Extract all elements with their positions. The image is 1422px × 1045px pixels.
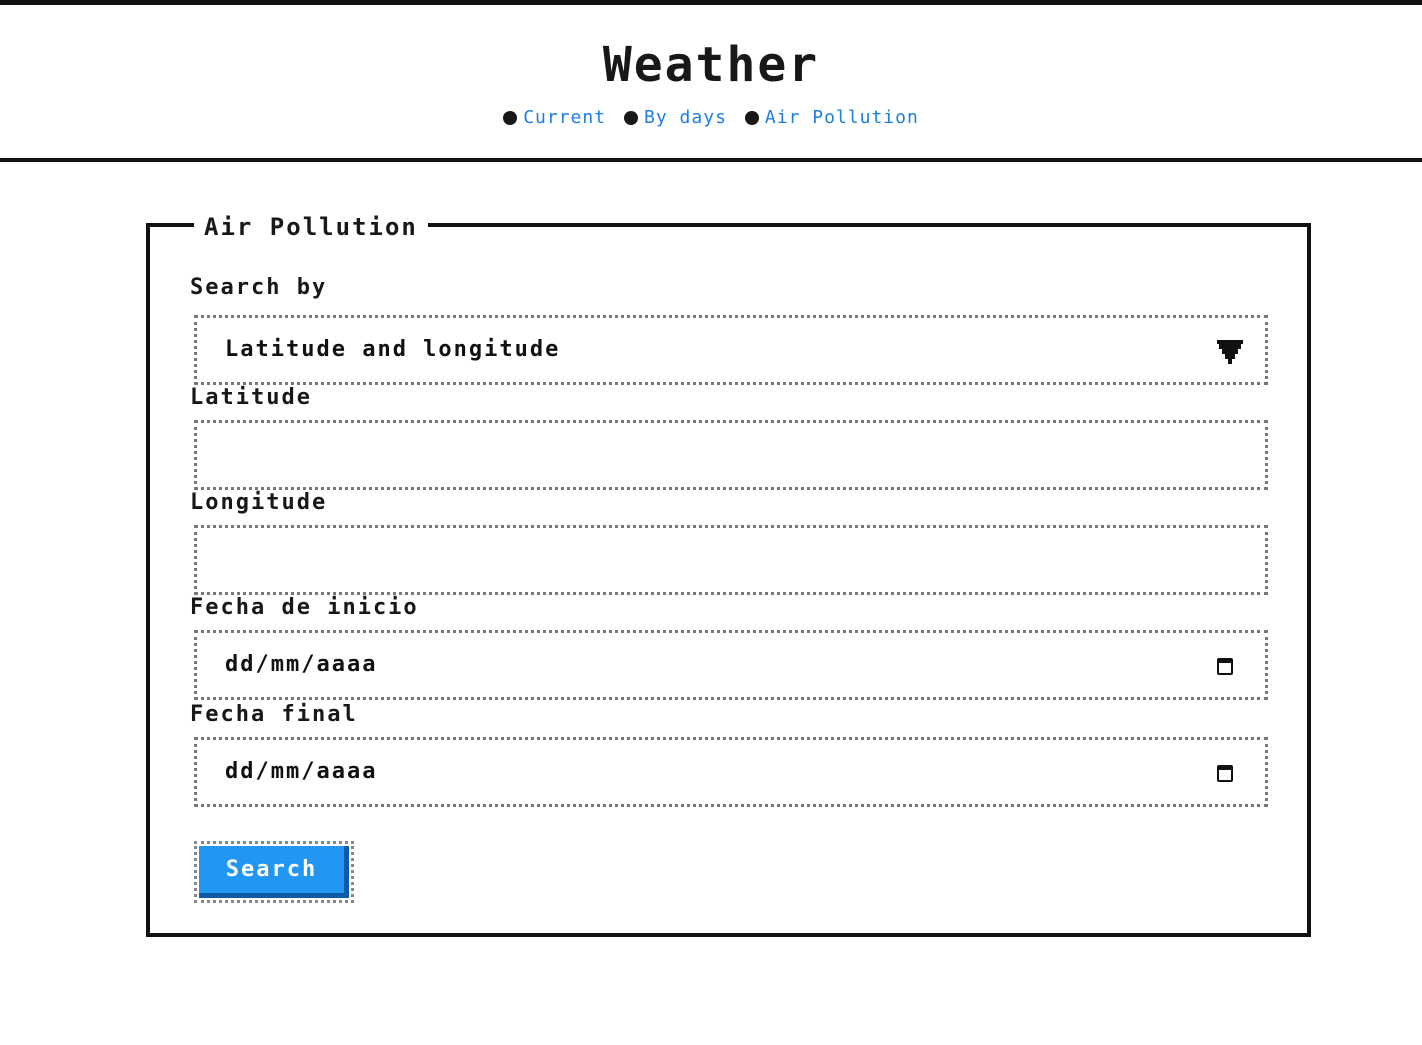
latitude-label: Latitude <box>190 385 312 410</box>
bullet-icon <box>624 111 639 125</box>
end-date-label: Fecha final <box>190 702 358 727</box>
search-by-select[interactable]: Latitude and longitude <box>194 315 1268 385</box>
nav-link-by-days[interactable]: By days <box>644 106 727 130</box>
start-date-placeholder: dd/mm/aaaa <box>225 652 378 677</box>
start-date-label: Fecha de inicio <box>190 595 419 620</box>
nav-link-air-pollution[interactable]: Air Pollution <box>765 106 919 130</box>
start-date-input[interactable]: dd/mm/aaaa <box>194 630 1268 700</box>
nav-item-by-days: By days <box>624 106 727 130</box>
main-nav: Current By days Air Pollution <box>0 106 1422 130</box>
longitude-label: Longitude <box>190 490 328 515</box>
latitude-input[interactable] <box>194 420 1268 490</box>
search-button-label: Search <box>199 846 349 898</box>
nav-link-current[interactable]: Current <box>523 106 606 130</box>
page: Weather Current By days Air Pollution Ai… <box>0 0 1422 1045</box>
search-by-label: Search by <box>190 275 328 300</box>
air-pollution-form: Air Pollution Search by Latitude and lon… <box>146 213 1311 937</box>
end-date-input[interactable]: dd/mm/aaaa <box>194 737 1268 807</box>
search-by-selected-value: Latitude and longitude <box>225 337 561 362</box>
form-legend: Air Pollution <box>194 213 428 241</box>
calendar-icon[interactable] <box>1217 658 1233 675</box>
longitude-input[interactable] <box>194 525 1268 595</box>
site-title: Weather <box>602 37 820 93</box>
end-date-placeholder: dd/mm/aaaa <box>225 759 378 784</box>
chevron-down-icon <box>1217 340 1243 364</box>
search-button[interactable]: Search <box>194 841 354 903</box>
bullet-icon <box>503 111 518 125</box>
bullet-icon <box>744 111 759 125</box>
nav-item-current: Current <box>503 106 606 130</box>
calendar-icon[interactable] <box>1217 765 1233 782</box>
site-header: Weather Current By days Air Pollution <box>0 0 1422 162</box>
nav-item-air-pollution: Air Pollution <box>744 106 919 130</box>
